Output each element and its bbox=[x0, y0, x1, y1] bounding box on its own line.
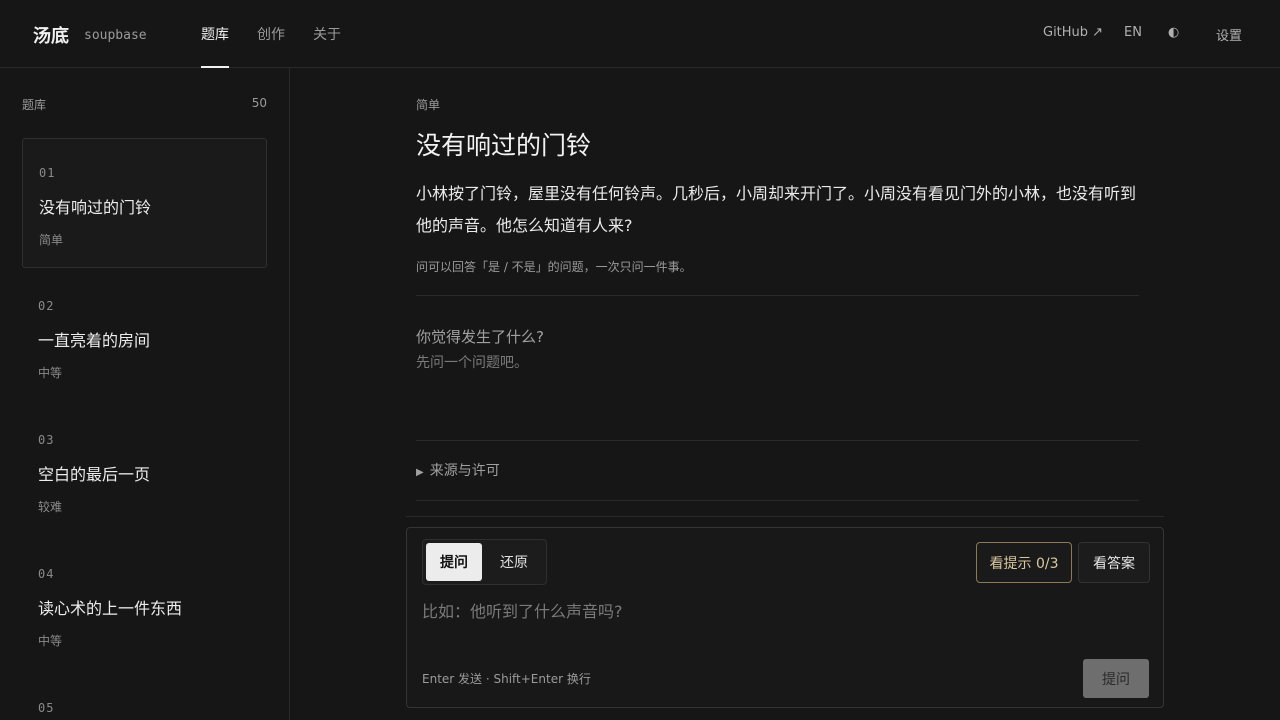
page-title: 没有响过的门铃 bbox=[416, 131, 592, 160]
puzzle-item-title: 读心术的上一件东西 bbox=[38, 599, 183, 618]
question-input[interactable] bbox=[422, 596, 1142, 626]
question-panel: 提问 还原 看提示 0/3 看答案 Enter 发送 · Shift+Enter… bbox=[406, 527, 1164, 708]
puzzle-count: 50 bbox=[251, 96, 267, 110]
puzzle-item-difficulty: 中等 bbox=[38, 634, 63, 648]
puzzle-item-difficulty: 简单 bbox=[39, 233, 64, 247]
brand-logo[interactable]: 汤底 bbox=[33, 22, 69, 48]
mode-switch: 提问 还原 bbox=[422, 539, 547, 585]
puzzle-main: 简单 没有响过的门铃 小林按了门铃，屋里没有任何铃声。几秒后，小周却来开门了。小… bbox=[290, 68, 1280, 720]
mode-ask-button[interactable]: 提问 bbox=[426, 543, 482, 581]
puzzle-sidebar: 题库 50 01 没有响过的门铃 简单 02 一直亮着的房间 中等 03 空白的… bbox=[0, 68, 290, 720]
puzzle-list-item[interactable]: 02 一直亮着的房间 中等 bbox=[22, 272, 267, 402]
prompt-question: 你觉得发生了什么? bbox=[416, 328, 544, 346]
puzzle-number: 03 bbox=[38, 433, 55, 447]
puzzle-item-title: 空白的最后一页 bbox=[38, 465, 151, 484]
language-toggle[interactable]: EN bbox=[1124, 25, 1142, 40]
divider bbox=[416, 500, 1139, 501]
prompt-subtext: 先问一个问题吧。 bbox=[416, 355, 528, 371]
github-link[interactable]: GitHub ↗ bbox=[1043, 25, 1103, 40]
source-license-label: 来源与许可 bbox=[429, 463, 500, 479]
keyboard-shortcut-hint: Enter 发送 · Shift+Enter 换行 bbox=[422, 672, 591, 686]
settings-link[interactable]: 设置 bbox=[1216, 25, 1242, 44]
top-nav: 汤底 soupbase 题库 创作 关于 GitHub ↗ EN ◐ 设置 bbox=[0, 0, 1280, 68]
puzzle-difficulty: 简单 bbox=[416, 98, 441, 112]
caret-right-icon: ▶ bbox=[416, 467, 424, 478]
puzzle-item-title: 没有响过的门铃 bbox=[39, 198, 152, 217]
brand-subtitle: soupbase bbox=[84, 28, 147, 43]
puzzle-description: 小林按了门铃，屋里没有任何铃声。几秒后，小周却来开门了。小周没有看见门外的小林，… bbox=[416, 184, 1137, 235]
mode-restore-button[interactable]: 还原 bbox=[486, 543, 542, 581]
puzzle-number: 04 bbox=[38, 567, 55, 581]
tab-about[interactable]: 关于 bbox=[313, 24, 341, 44]
divider bbox=[406, 516, 1164, 517]
view-answer-button[interactable]: 看答案 bbox=[1078, 542, 1150, 583]
tab-library[interactable]: 题库 bbox=[201, 24, 229, 44]
tab-create[interactable]: 创作 bbox=[257, 24, 285, 44]
view-hint-button[interactable]: 看提示 0/3 bbox=[976, 542, 1072, 583]
divider bbox=[416, 440, 1139, 441]
puzzle-item-title: 一直亮着的房间 bbox=[38, 331, 151, 350]
submit-question-button[interactable]: 提问 bbox=[1083, 659, 1149, 698]
puzzle-number: 02 bbox=[38, 299, 55, 313]
puzzle-list-item[interactable]: 05 bbox=[22, 674, 267, 720]
source-license-toggle[interactable]: ▶ 来源与许可 bbox=[416, 460, 500, 480]
theme-toggle-icon[interactable]: ◐ bbox=[1168, 25, 1179, 40]
puzzle-list-item[interactable]: 04 读心术的上一件东西 中等 bbox=[22, 540, 267, 670]
puzzle-number: 01 bbox=[39, 166, 56, 180]
puzzle-list-item[interactable]: 03 空白的最后一页 较难 bbox=[22, 406, 267, 536]
puzzle-number: 05 bbox=[38, 701, 55, 715]
puzzle-list-item[interactable]: 01 没有响过的门铃 简单 bbox=[22, 138, 267, 268]
puzzle-item-difficulty: 中等 bbox=[38, 366, 63, 380]
sidebar-heading: 题库 bbox=[22, 98, 47, 112]
rule-hint: 问可以回答「是 / 不是」的问题，一次只问一件事。 bbox=[416, 260, 692, 274]
puzzle-item-difficulty: 较难 bbox=[38, 500, 63, 514]
divider bbox=[416, 295, 1139, 296]
